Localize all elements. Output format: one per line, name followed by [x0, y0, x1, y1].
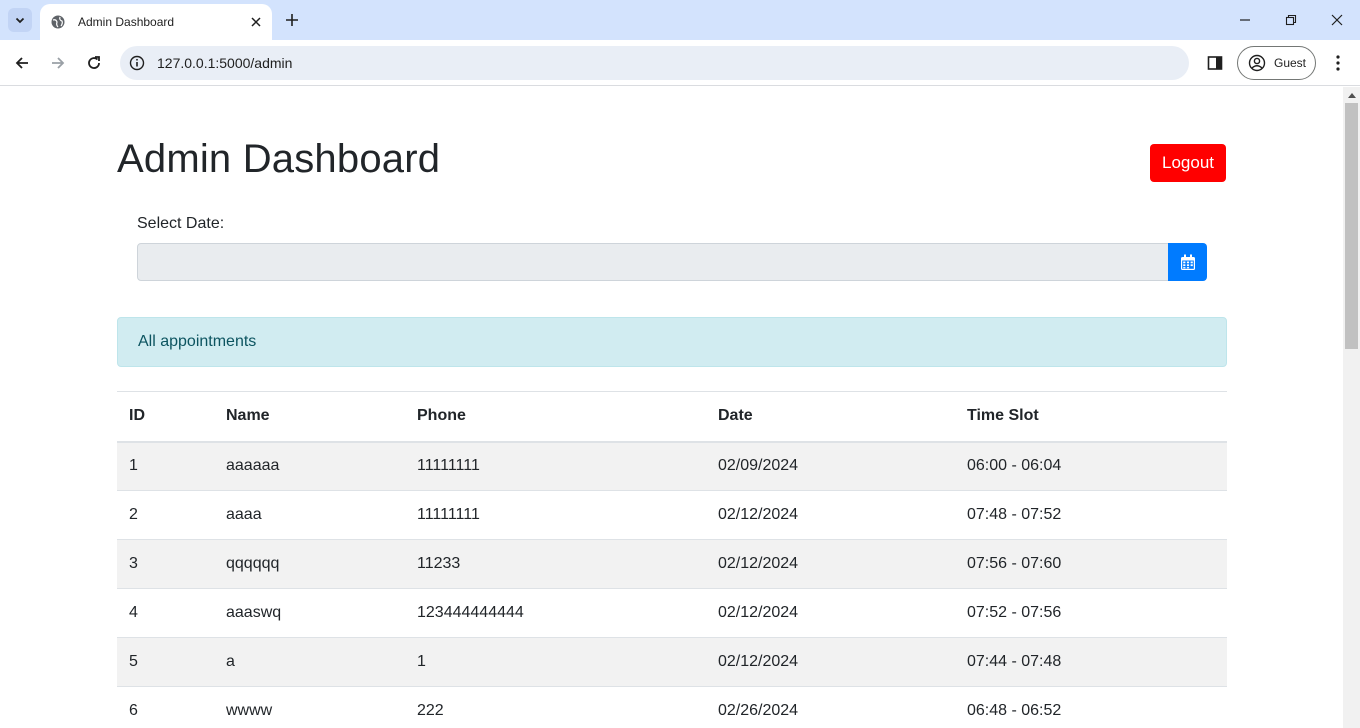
cell-time-slot: 07:56 - 07:60 [955, 539, 1227, 589]
cell-name: aaaaaa [214, 441, 405, 491]
cell-name: aaaa [214, 490, 405, 540]
table-row: 3 qqqqqq 11233 02/12/2024 07:56 - 07:60 [117, 539, 1227, 589]
table-header-row: ID Name Phone Date Time Slot [117, 391, 1227, 443]
cell-phone: 11233 [405, 539, 706, 589]
cell-time-slot: 07:52 - 07:56 [955, 588, 1227, 638]
cell-time-slot: 06:48 - 06:52 [955, 686, 1227, 728]
column-header-date: Date [706, 391, 955, 443]
cell-date: 02/12/2024 [706, 588, 955, 638]
page-content: Admin Dashboard Logout Select Date: All … [0, 87, 1343, 728]
cell-id: 6 [117, 686, 214, 728]
column-header-time-slot: Time Slot [955, 391, 1227, 443]
cell-time-slot: 07:48 - 07:52 [955, 490, 1227, 540]
cell-date: 02/12/2024 [706, 539, 955, 589]
cell-date: 02/12/2024 [706, 637, 955, 687]
cell-name: qqqqqq [214, 539, 405, 589]
page-scrollbar[interactable] [1343, 87, 1360, 728]
date-label: Select Date: [137, 215, 225, 232]
address-bar[interactable]: 127.0.0.1:5000/admin [120, 46, 1189, 80]
cell-id: 3 [117, 539, 214, 589]
close-tab-icon[interactable] [246, 12, 266, 32]
back-button[interactable] [8, 49, 36, 77]
cell-id: 4 [117, 588, 214, 638]
cell-phone: 11111111 [405, 490, 706, 540]
close-window-button[interactable] [1314, 6, 1360, 34]
account-circle-icon [1248, 54, 1266, 72]
cell-phone: 1 [405, 637, 706, 687]
table-row: 6 wwww 222 02/26/2024 06:48 - 06:52 [117, 686, 1227, 728]
cell-time-slot: 07:44 - 07:48 [955, 637, 1227, 687]
restore-icon [1285, 14, 1297, 26]
browser-tab-bar: Admin Dashboard [0, 0, 1360, 40]
profile-label: Guest [1274, 56, 1307, 70]
forward-button[interactable] [44, 49, 72, 77]
table-row: 5 a 1 02/12/2024 07:44 - 07:48 [117, 637, 1227, 687]
cell-phone: 222 [405, 686, 706, 728]
cell-name: wwww [214, 686, 405, 728]
globe-icon [50, 14, 66, 30]
cell-time-slot: 06:00 - 06:04 [955, 441, 1227, 491]
more-vert-icon [1336, 55, 1340, 71]
cell-id: 2 [117, 490, 214, 540]
column-header-phone: Phone [405, 391, 706, 443]
reload-button[interactable] [80, 49, 108, 77]
page-title: Admin Dashboard [117, 137, 441, 181]
reload-icon [88, 56, 100, 69]
new-tab-button[interactable] [280, 8, 304, 32]
date-input[interactable] [137, 243, 1169, 281]
tab-title: Admin Dashboard [78, 15, 175, 29]
cell-name: aaaswq [214, 588, 405, 638]
minimize-icon [1240, 19, 1250, 21]
browser-tab[interactable]: Admin Dashboard [40, 4, 272, 40]
calendar-icon [1180, 254, 1195, 270]
logout-button[interactable]: Logout [1150, 144, 1226, 182]
restore-button[interactable] [1268, 6, 1314, 34]
plus-icon [286, 14, 298, 26]
cell-id: 5 [117, 637, 214, 687]
alert-text: All appointments [138, 333, 257, 350]
close-icon [1331, 14, 1343, 26]
appointments-table: ID Name Phone Date Time Slot 1 aaaaaa 11… [117, 391, 1227, 728]
appointments-alert: All appointments [117, 317, 1227, 367]
arrow-right-icon [52, 57, 65, 69]
url-text: 127.0.0.1:5000/admin [157, 55, 293, 71]
cell-date: 02/09/2024 [706, 441, 955, 491]
browser-toolbar: 127.0.0.1:5000/admin Guest [0, 40, 1360, 86]
table-row: 2 aaaa 11111111 02/12/2024 07:48 - 07:52 [117, 490, 1227, 540]
side-panel-button[interactable] [1202, 50, 1228, 76]
cell-phone: 123444444444 [405, 588, 706, 638]
cell-date: 02/26/2024 [706, 686, 955, 728]
side-panel-icon [1207, 56, 1223, 70]
table-row: 4 aaaswq 123444444444 02/12/2024 07:52 -… [117, 588, 1227, 638]
triangle-up-icon [1347, 92, 1356, 98]
cell-name: a [214, 637, 405, 687]
scrollbar-thumb[interactable] [1345, 103, 1358, 349]
browser-menu-button[interactable] [1326, 50, 1350, 76]
column-header-name: Name [214, 391, 405, 443]
scroll-up-arrow[interactable] [1343, 89, 1360, 101]
chevron-down-icon [15, 17, 25, 24]
calendar-button[interactable] [1168, 243, 1207, 281]
profile-button[interactable]: Guest [1237, 46, 1316, 80]
table-row: 1 aaaaaa 11111111 02/09/2024 06:00 - 06:… [117, 441, 1227, 491]
tab-search-button[interactable] [8, 8, 32, 32]
column-header-id: ID [117, 391, 214, 443]
cell-phone: 11111111 [405, 441, 706, 491]
arrow-left-icon [15, 57, 28, 69]
site-info-icon[interactable] [126, 52, 148, 74]
cell-id: 1 [117, 441, 214, 491]
cell-date: 02/12/2024 [706, 490, 955, 540]
minimize-button[interactable] [1222, 6, 1268, 34]
